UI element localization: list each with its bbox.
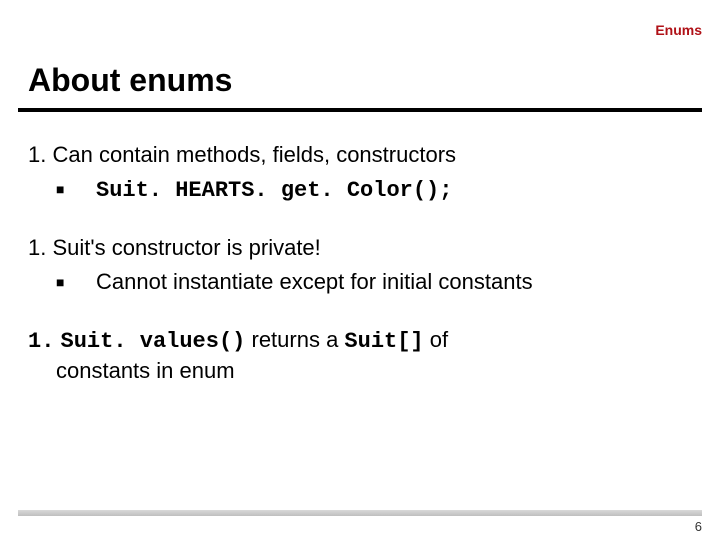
item-text-line2: constants in enum (56, 356, 692, 386)
code-text: Suit. HEARTS. get. Color(); (96, 178, 452, 203)
footer-rule (18, 510, 702, 516)
page-title: About enums (28, 62, 232, 99)
item-number-code: 1. (28, 329, 54, 354)
list-item: 1. Suit. values() returns a Suit[] of co… (28, 325, 692, 386)
item-text: Can contain methods, fields, constructor… (52, 142, 456, 167)
list-item: 1. Suit's constructor is private! ■Canno… (28, 233, 692, 296)
page-number: 6 (695, 519, 702, 534)
content-area: 1. Can contain methods, fields, construc… (28, 140, 692, 414)
square-bullet-icon: ■ (76, 273, 96, 292)
sub-text: Cannot instantiate except for initial co… (96, 269, 533, 294)
square-bullet-icon: ■ (76, 180, 96, 199)
item-text: Suit's constructor is private! (52, 235, 320, 260)
list-item: 1. Can contain methods, fields, construc… (28, 140, 692, 205)
header-label: Enums (655, 22, 702, 38)
code-text: Suit. values() (61, 329, 246, 354)
item-text: of (424, 327, 448, 352)
code-text: Suit[] (344, 329, 423, 354)
item-number: 1. (28, 142, 46, 167)
sub-item: ■Suit. HEARTS. get. Color(); (76, 174, 692, 206)
sub-item: ■Cannot instantiate except for initial c… (76, 267, 692, 297)
item-number: 1. (28, 235, 46, 260)
title-rule (18, 108, 702, 112)
item-text: returns a (245, 327, 344, 352)
